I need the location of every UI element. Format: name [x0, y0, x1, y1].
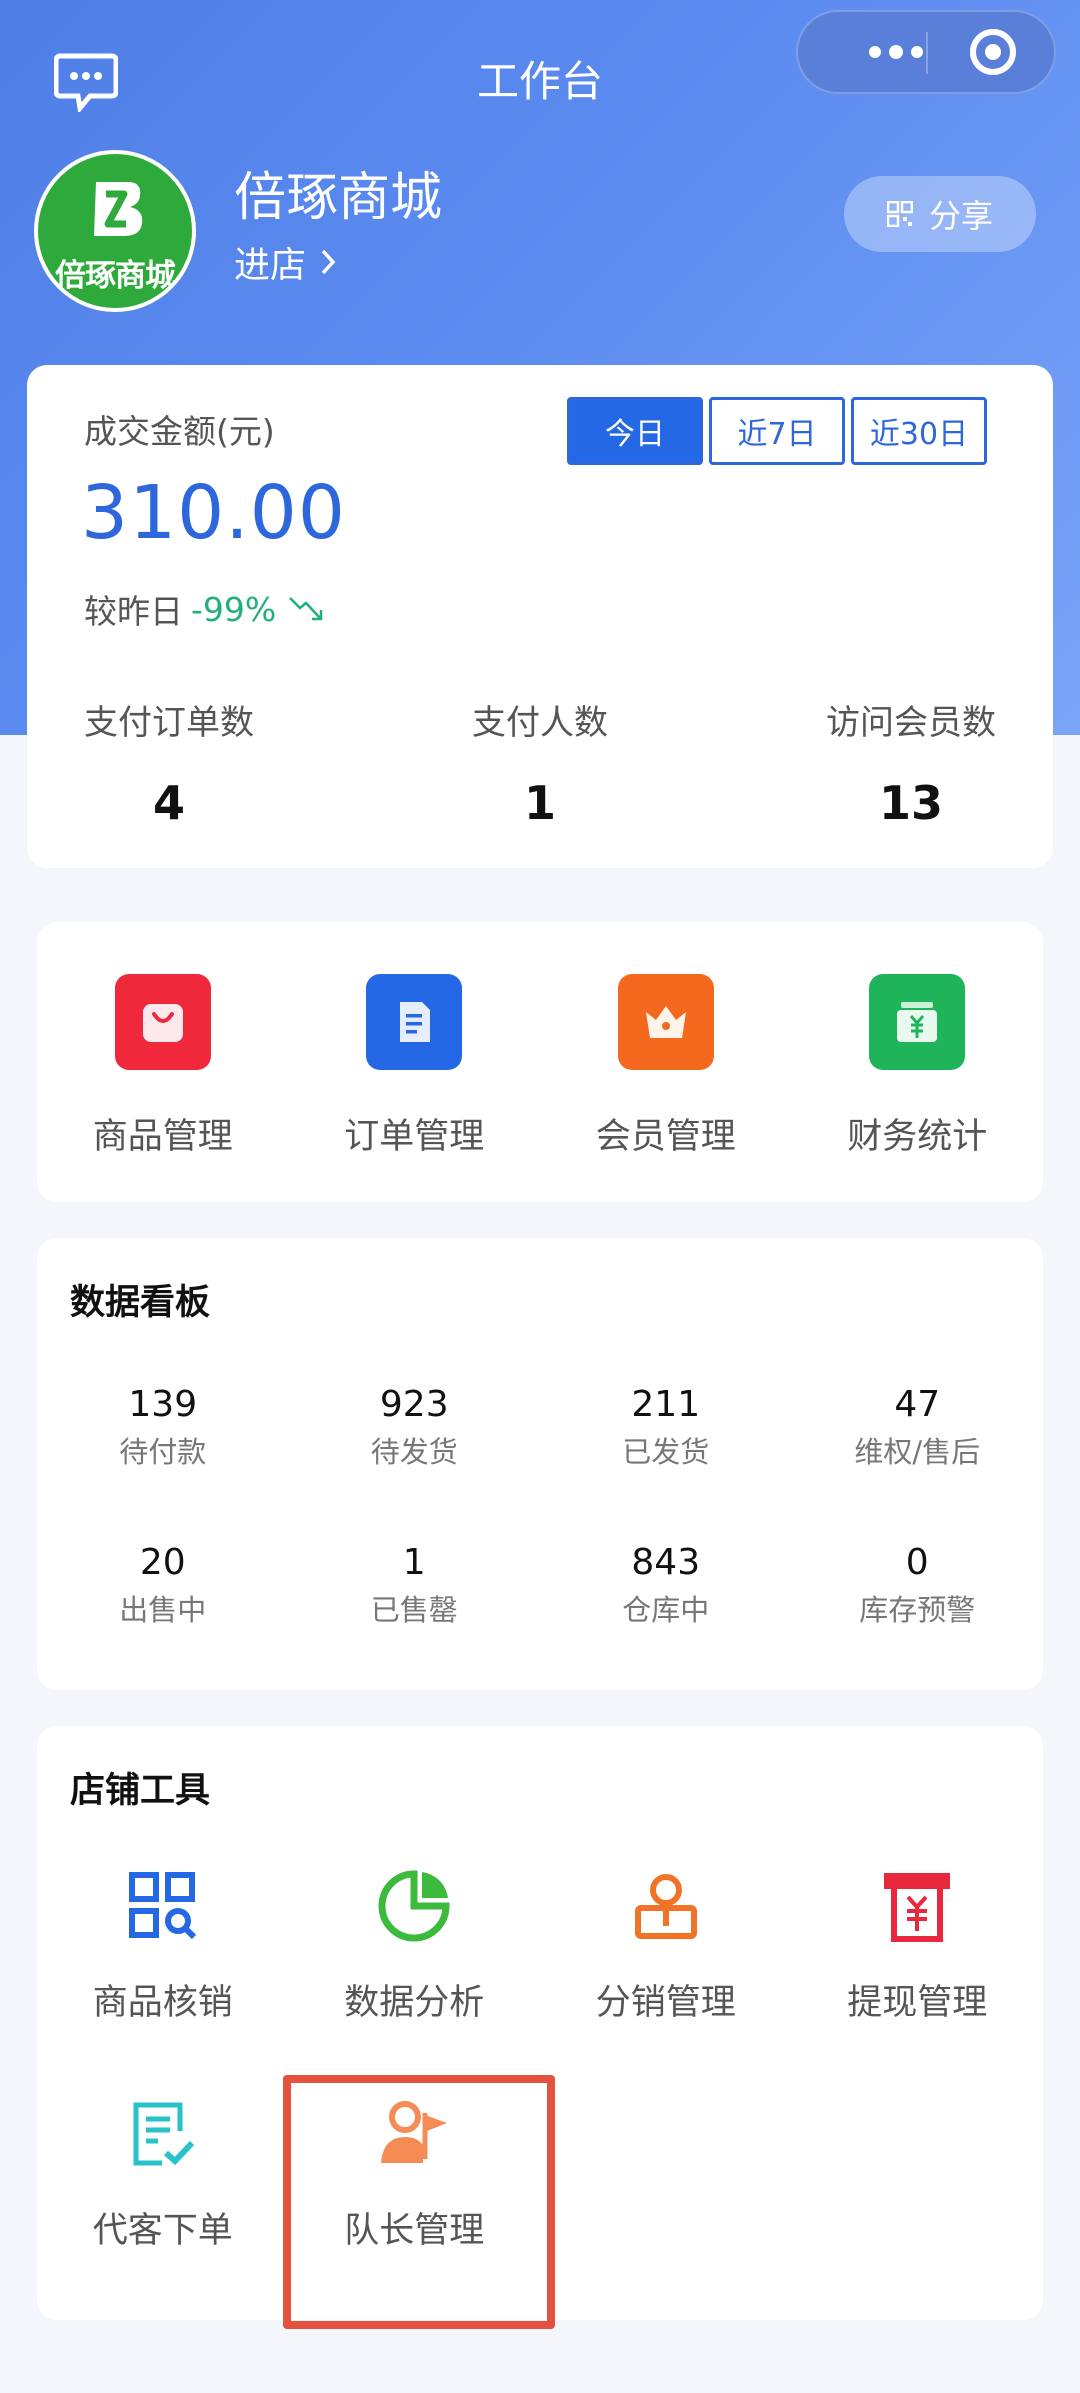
enter-shop-link[interactable]: 进店 — [234, 236, 336, 288]
shop-logo[interactable]: 倍琢商城 — [34, 150, 196, 312]
board-item-pending-payment[interactable]: 139 待付款 — [37, 1384, 289, 1471]
tab-last-7-days[interactable]: 近7日 — [709, 397, 845, 465]
crown-icon — [617, 974, 714, 1070]
tool-item-data-analysis[interactable]: 数据分析 — [289, 1866, 541, 2025]
board-item-on-sale[interactable]: 20 出售中 — [37, 1542, 289, 1629]
board-label: 已售罄 — [370, 1593, 458, 1627]
tool-label: 数据分析 — [344, 1983, 485, 2023]
metric-value: 13 — [878, 776, 943, 830]
qr-code-icon — [886, 201, 913, 227]
yuan-wallet-icon — [869, 974, 966, 1070]
checklist-icon — [123, 2094, 203, 2174]
qr-scan-icon — [123, 1866, 203, 1946]
main-menu-card: 商品管理 订单管理 会员管理 财务统计 — [37, 922, 1043, 1202]
withdraw-icon — [877, 1866, 957, 1946]
board-label: 待发货 — [370, 1435, 458, 1469]
tool-label: 商品核销 — [92, 1983, 233, 2023]
pie-chart-icon — [374, 1866, 454, 1946]
share-label: 分享 — [928, 197, 993, 235]
tool-label: 分销管理 — [595, 1983, 736, 2023]
tool-label: 提现管理 — [847, 1983, 988, 2023]
metrics-row: 支付订单数 4 支付人数 1 访问会员数 13 — [27, 695, 1053, 830]
enter-shop-label: 进店 — [234, 245, 307, 286]
board-label: 库存预警 — [859, 1593, 976, 1627]
tool-item-distribution-management[interactable]: 分销管理 — [540, 1866, 792, 2025]
board-value: 0 — [905, 1542, 929, 1583]
board-label: 仓库中 — [622, 1593, 710, 1627]
menu-item-order-management[interactable]: 订单管理 — [289, 922, 541, 1159]
board-item-sold-out[interactable]: 1 已售罄 — [289, 1542, 541, 1629]
metric-paid-orders[interactable]: 支付订单数 4 — [84, 695, 254, 830]
close-circle-icon[interactable] — [970, 29, 1016, 75]
more-icon[interactable] — [836, 12, 956, 92]
metric-value: 4 — [152, 776, 185, 830]
metric-label: 支付人数 — [472, 703, 608, 743]
board-row: 20 出售中 1 已售罄 843 仓库中 0 库存预警 — [37, 1542, 1043, 1629]
board-item-after-sales[interactable]: 47 维权/售后 — [792, 1384, 1044, 1471]
amount-label: 成交金额(元) — [84, 412, 275, 451]
logo-mark-icon — [94, 182, 143, 236]
chevron-right-icon — [321, 249, 336, 275]
trend-down-icon — [289, 597, 323, 621]
sales-amount: 310.00 — [81, 470, 346, 556]
logo-text: 倍琢商城 — [55, 258, 176, 294]
tool-item-product-verification[interactable]: 商品核销 — [37, 1866, 289, 2025]
period-tabs: 今日 近7日 近30日 — [567, 397, 987, 465]
section-title: 数据看板 — [70, 1283, 211, 1323]
tab-today[interactable]: 今日 — [567, 397, 703, 465]
menu-label: 财务统计 — [847, 1117, 988, 1157]
board-item-in-warehouse[interactable]: 843 仓库中 — [540, 1542, 792, 1629]
board-label: 待付款 — [119, 1435, 207, 1469]
tool-row: 商品核销 数据分析 分销管理 提现管理 — [37, 1866, 1043, 2025]
miniprogram-capsule — [796, 10, 1056, 94]
metric-label: 支付订单数 — [84, 703, 254, 743]
board-label: 出售中 — [119, 1593, 207, 1627]
menu-item-product-management[interactable]: 商品管理 — [37, 922, 289, 1159]
menu-item-member-management[interactable]: 会员管理 — [540, 922, 792, 1159]
shop-name: 倍琢商城 — [234, 168, 443, 228]
metric-paid-users[interactable]: 支付人数 1 — [472, 695, 608, 830]
data-board-card: 数据看板 139 待付款 923 待发货 211 已发货 47 维权/售后 20 出售中 … — [37, 1238, 1043, 1690]
section-title: 店铺工具 — [70, 1771, 211, 1811]
menu-item-finance-statistics[interactable]: 财务统计 — [792, 922, 1044, 1159]
board-value: 843 — [631, 1542, 701, 1583]
menu-label: 订单管理 — [344, 1117, 485, 1157]
board-row: 139 待付款 923 待发货 211 已发货 47 维权/售后 — [37, 1384, 1043, 1471]
distribution-icon — [626, 1866, 706, 1946]
order-document-icon — [366, 974, 463, 1070]
menu-label: 会员管理 — [595, 1117, 736, 1157]
tool-label: 代客下单 — [92, 2211, 233, 2251]
board-value: 1 — [402, 1542, 426, 1583]
metric-value: 1 — [523, 776, 556, 830]
metric-label: 访问会员数 — [826, 703, 996, 743]
compare-yesterday: 较昨日 -99% — [84, 585, 324, 633]
tab-last-30-days[interactable]: 近30日 — [851, 397, 987, 465]
tool-item-withdraw-management[interactable]: 提现管理 — [792, 1866, 1044, 2025]
sales-stats-card: 成交金额(元) 310.00 较昨日 -99% 今日 近7日 近30日 支付订单… — [27, 365, 1053, 868]
compare-value: -99% — [191, 589, 277, 629]
board-label: 已发货 — [622, 1435, 710, 1469]
shopping-bag-icon — [114, 974, 211, 1070]
compare-label: 较昨日 — [84, 592, 183, 631]
menu-label: 商品管理 — [92, 1117, 233, 1157]
board-item-pending-shipment[interactable]: 923 待发货 — [289, 1384, 541, 1471]
board-item-shipped[interactable]: 211 已发货 — [540, 1384, 792, 1471]
tool-item-order-for-customer[interactable]: 代客下单 — [37, 2094, 289, 2253]
board-value: 139 — [128, 1384, 198, 1425]
board-value: 211 — [631, 1384, 701, 1425]
board-value: 923 — [379, 1384, 449, 1425]
board-item-stock-warning[interactable]: 0 库存预警 — [792, 1542, 1044, 1629]
board-label: 维权/售后 — [854, 1435, 981, 1469]
board-value: 47 — [894, 1384, 941, 1425]
capsule-divider — [926, 32, 928, 74]
board-value: 20 — [139, 1542, 186, 1583]
share-button[interactable]: 分享 — [844, 176, 1036, 252]
metric-visiting-members[interactable]: 访问会员数 13 — [826, 695, 996, 830]
highlight-box — [283, 2075, 555, 2329]
